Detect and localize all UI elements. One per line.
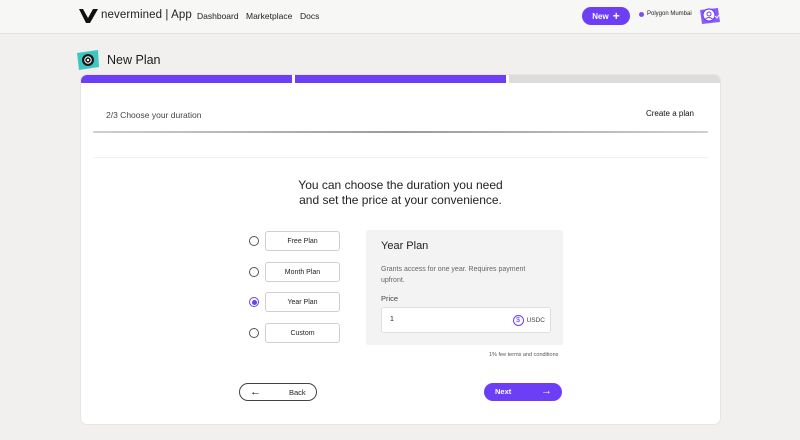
price-label: Price (381, 294, 399, 303)
wizard-card: 2/3 Choose your duration Create a plan Y… (81, 75, 720, 424)
option-custom[interactable]: Custom (249, 323, 340, 343)
back-button-label: Back (289, 388, 306, 397)
nevermined-logo-icon[interactable] (79, 8, 98, 24)
arrow-left-icon: ← (250, 386, 261, 398)
option-label-month-plan[interactable]: Month Plan (265, 262, 340, 282)
nav-dashboard[interactable]: Dashboard (197, 11, 239, 21)
plan-description: Grants access for one year. Requires pay… (381, 266, 526, 284)
option-month-plan[interactable]: Month Plan (249, 262, 340, 282)
plan-badge-icon (76, 49, 100, 71)
price-input[interactable]: 1 $ USDC (381, 307, 551, 333)
next-button[interactable]: Next → (484, 383, 562, 401)
radio-free-plan[interactable] (249, 236, 259, 246)
option-free-plan[interactable]: Free Plan (249, 231, 340, 251)
divider (93, 131, 708, 133)
next-button-label: Next (495, 387, 512, 396)
fee-terms-link[interactable]: 1% fee terms and conditions (489, 352, 558, 358)
plan-title: Year Plan (381, 240, 429, 252)
plus-icon: + (612, 9, 620, 23)
step-progress-bar (81, 75, 720, 83)
plan-detail-panel: Year Plan Grants access for one year. Re… (366, 230, 563, 345)
step-label: 2/3 Choose your duration (106, 110, 202, 120)
heading-line-2: and set the price at your convenience. (299, 193, 502, 207)
back-button[interactable]: ← Back (239, 383, 317, 401)
radio-month-plan[interactable] (249, 267, 259, 277)
network-indicator[interactable]: Polygon Mumbai (639, 11, 692, 17)
option-year-plan[interactable]: Year Plan (249, 292, 340, 312)
option-label-free-plan[interactable]: Free Plan (265, 231, 340, 251)
progress-step-3 (509, 75, 720, 83)
create-plan-link[interactable]: Create a plan (646, 109, 694, 118)
arrow-right-icon: → (541, 385, 552, 397)
progress-step-1 (81, 75, 292, 83)
brand-name[interactable]: nevermined | App (101, 9, 192, 21)
radio-custom[interactable] (249, 328, 259, 338)
progress-step-2 (295, 75, 506, 83)
new-button[interactable]: New + (582, 7, 630, 25)
user-avatar-icon[interactable] (697, 6, 721, 26)
heading-line-1: You can choose the duration you need (298, 178, 503, 192)
nav-marketplace[interactable]: Marketplace (246, 11, 292, 21)
divider-faint (93, 157, 708, 158)
page-title: New Plan (107, 53, 161, 67)
top-bar: nevermined | App Dashboard Marketplace D… (0, 0, 800, 34)
radio-year-plan[interactable] (249, 297, 259, 307)
price-value: 1 (390, 316, 394, 323)
new-button-label: New (592, 11, 609, 21)
network-name: Polygon Mumbai (647, 11, 692, 17)
nav-docs[interactable]: Docs (300, 11, 319, 21)
currency-label: USDC (526, 317, 545, 324)
network-status-dot (639, 11, 644, 17)
currency-selector[interactable]: $ USDC (512, 315, 545, 326)
option-label-year-plan[interactable]: Year Plan (265, 292, 340, 312)
usdc-icon: $ (512, 315, 524, 326)
option-label-custom[interactable]: Custom (265, 323, 340, 343)
